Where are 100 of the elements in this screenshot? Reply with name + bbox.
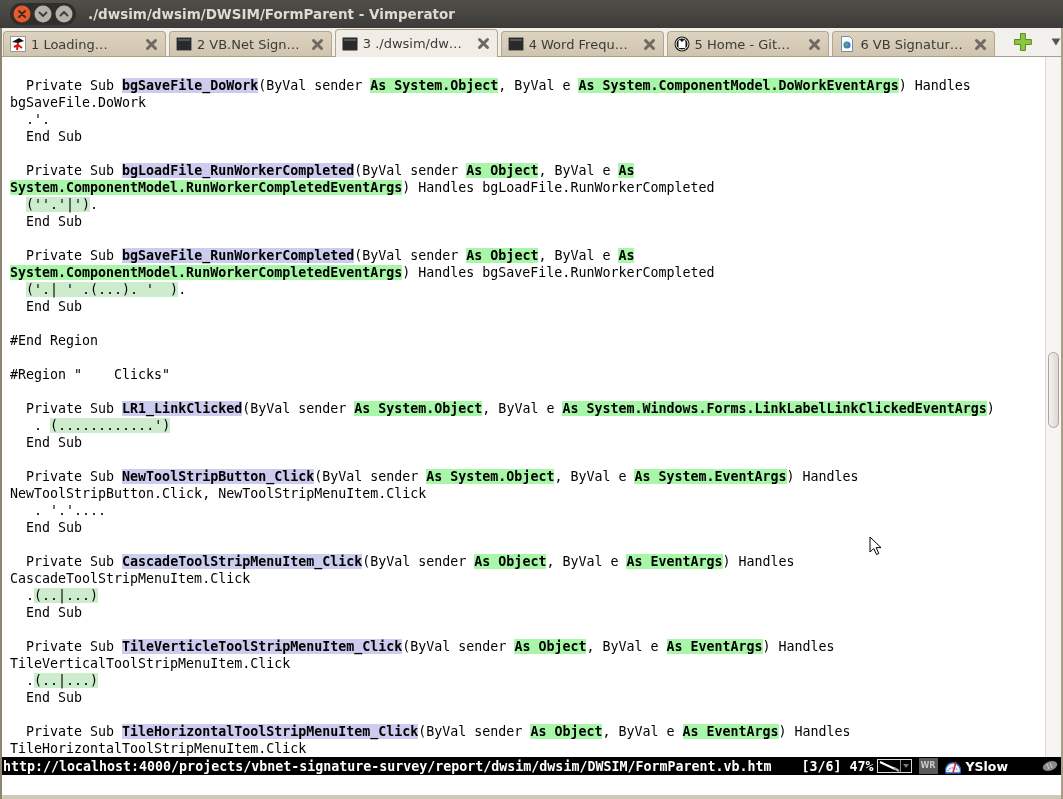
code-text: Private Sub [26,724,116,739]
code-text: ) Handles [778,724,851,739]
code-text: Private Sub [26,639,116,654]
type-name: As System.Object [354,401,483,416]
code-text: (ByVal sender [402,639,508,654]
close-icon[interactable] [476,37,490,50]
type-name: As System.Windows.Forms.LinkLabelLinkClickedEventArgs [562,401,987,416]
close-icon[interactable] [974,37,988,51]
code-text: . [26,588,35,603]
tab[interactable]: 5 Home - Git… [666,31,830,56]
type-name: System.ComponentModel.RunWorkerCompletedEventArgs [10,180,403,195]
type-name: As [618,248,635,263]
close-icon[interactable] [144,37,158,51]
method-name: TileVerticleToolStripMenuItem_Click [122,639,403,654]
tab-position: [3/6] [801,758,842,774]
highlighted-text: (..|...) [34,673,99,688]
code-text: , ByVal e [554,469,628,484]
code-text: #Region " Clicks" [10,367,171,382]
code-text: NewToolStripButton.Click, NewToolStripMenuItem.Click [10,486,427,501]
square-icon [175,36,192,52]
tab[interactable]: 3 ./dwsim/dw… [334,29,498,57]
code-text: ) Handles [722,554,795,569]
window-title: ./dwsim/dwsim/DWSIM/FormParent - Vimperator [88,6,455,22]
code-text: Private Sub [26,469,116,484]
figure-icon [10,36,26,52]
caret-icon[interactable] [1051,38,1061,46]
code-text: (ByVal sender [242,401,348,416]
method-name: bgSaveFile_DoWork [122,78,259,93]
tab[interactable]: 6 VB Signatur… [832,31,996,56]
scrollbar-thumb[interactable] [1048,352,1059,428]
type-name: System.ComponentModel.RunWorkerCompletedEventArgs [10,265,403,280]
minimize-icon[interactable] [34,5,52,23]
code-text: .'. [26,112,51,127]
code-text: Private Sub [26,163,116,178]
caret-icon [901,763,910,769]
close-icon[interactable] [642,37,656,51]
code-text: , ByVal e [498,78,572,93]
code-text: End Sub [26,520,83,535]
method-name: CascadeToolStripMenuItem_Click [122,554,363,569]
code-text: . [178,282,187,297]
maximize-icon[interactable] [55,5,73,23]
code-text: Private Sub [26,248,116,263]
close-icon[interactable] [310,37,324,51]
tab[interactable]: 4 Word Frequ… [500,31,664,56]
capsule-icon[interactable] [1042,760,1058,772]
code-text: (ByVal sender [314,469,420,484]
highlighted-text: (..|...) [34,588,99,603]
code-text: Private Sub [26,78,116,93]
cat-icon [673,36,690,52]
plus-icon[interactable] [1013,32,1034,52]
code-text: . [34,418,43,433]
wr-button[interactable]: WR [918,758,938,774]
code-text: CascadeToolStripMenuItem.Click [10,571,251,586]
code-text: End Sub [26,435,83,450]
tool-dropdown[interactable] [876,759,912,773]
wand-icon [877,760,901,772]
mouse-pointer-icon [869,536,882,556]
type-name: As Object [530,724,603,739]
method-name: NewToolStripButton_Click [122,469,315,484]
code-text: End Sub [26,690,83,705]
code-text: End Sub [26,605,83,620]
close-icon[interactable] [13,5,31,23]
code-text: , ByVal e [586,639,660,654]
type-name: As System.ComponentModel.DoWorkEventArgs [578,78,899,93]
type-name: As EventArgs [682,724,779,739]
highlighted-text: (............') [50,418,171,433]
code-text: Private Sub [26,554,116,569]
code-text: End Sub [26,214,83,229]
code-text: bgSaveFile.DoWork [10,95,147,110]
method-name: LR1_LinkClicked [122,401,243,416]
square-icon [507,36,524,52]
type-name: As System.EventArgs [634,469,787,484]
code-text: . [26,673,35,688]
code-text: , ByVal e [538,248,612,263]
code-text: (ByVal sender [418,724,524,739]
code-text: ) Handles [786,469,859,484]
type-name: As System.Object [426,469,555,484]
document-globe-icon [839,36,856,52]
code-text: , ByVal e [602,724,676,739]
code-text: TileHorizontalToolStripMenuItem.Click [10,741,307,756]
code-text: ) Handles [762,639,835,654]
code-text: ) [986,401,995,416]
code-text: TileVerticalToolStripMenuItem.Click [10,656,291,671]
code-text: (ByVal sender [362,554,468,569]
square-icon [341,35,358,52]
type-name: As Object [466,163,539,178]
code-text: , ByVal e [546,554,620,569]
code-text: (ByVal sender [258,78,364,93]
code-text: . '.'.... [34,503,107,518]
code-text: End Sub [26,299,83,314]
close-icon[interactable] [808,37,822,51]
scrollbar-track[interactable] [1045,57,1061,757]
method-name: bgLoadFile_RunWorkerCompleted [122,163,355,178]
yslow-button[interactable]: YSlow [965,758,1008,774]
command-line-field[interactable] [2,775,1061,795]
type-name: As Object [466,248,539,263]
code-text: (ByVal sender [354,248,460,263]
tab[interactable]: 1 Loading… [3,31,166,56]
type-name: As Object [474,554,547,569]
tab[interactable]: 2 VB.Net Sign… [168,31,332,56]
